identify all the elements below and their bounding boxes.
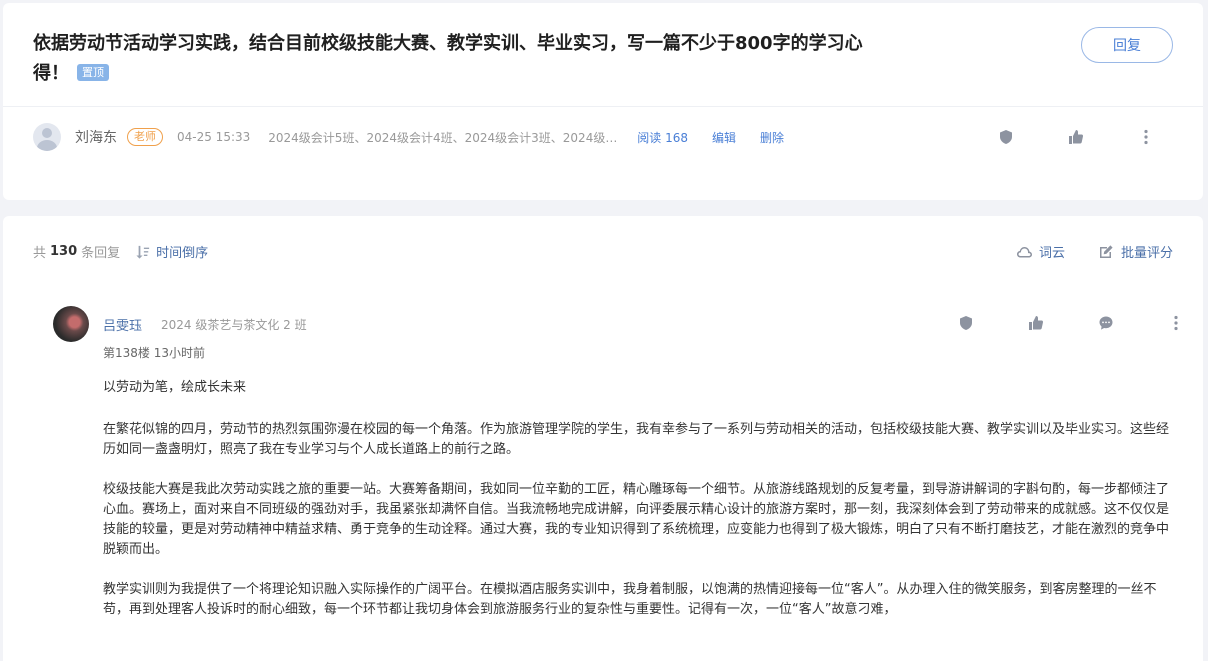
post-actions <box>997 128 1155 146</box>
role-badge: 老师 <box>127 128 163 146</box>
post-title-text: 依据劳动节活动学习实践，结合目前校级技能大赛、教学实训、毕业实习，写一篇不少于8… <box>33 33 863 84</box>
list-actions: 词云 批量评分 <box>1015 242 1173 261</box>
count-suffix: 条回复 <box>81 246 121 261</box>
thumb-up-icon[interactable] <box>1027 314 1045 332</box>
reply-paragraph: 校级技能大赛是我此次劳动实践之旅的重要一站。大赛筹备期间，我如同一位辛勤的工匠，… <box>103 482 1170 557</box>
word-cloud-label: 词云 <box>1038 246 1065 261</box>
read-count[interactable]: 阅读 168 <box>637 129 688 146</box>
count-prefix: 共 <box>33 246 47 261</box>
reply-button[interactable]: 回复 <box>1081 27 1173 63</box>
delete-link[interactable]: 删除 <box>760 129 784 146</box>
avatar[interactable] <box>33 123 61 151</box>
reply-content: 以劳动为笔，绘成长未来 在繁花似锦的四月，劳动节的热烈氛围弥漫在校园的每一个角落… <box>103 378 1171 640</box>
shield-icon[interactable] <box>997 128 1015 146</box>
reply-paragraph: 教学实训则为我提供了一个将理论知识融入实际操作的广阔平台。在模拟酒店服务实训中，… <box>103 582 1157 617</box>
edit-square-icon <box>1097 243 1115 261</box>
sort-icon <box>136 245 150 259</box>
author-name[interactable]: 刘海东 <box>75 127 117 147</box>
shield-icon[interactable] <box>957 314 975 332</box>
edit-link[interactable]: 编辑 <box>712 129 736 146</box>
reply-count-bar: 共 130 条回复 时间倒序 <box>33 242 208 261</box>
more-vertical-icon[interactable] <box>1167 314 1185 332</box>
batch-score-button[interactable]: 批量评分 <box>1097 242 1173 261</box>
replies-card: 共 130 条回复 时间倒序 词云 批量评分 吕雯珏 2024 级茶艺与茶文化 2 … <box>3 216 1203 661</box>
avatar[interactable] <box>53 306 89 342</box>
divider <box>3 106 1203 107</box>
reply-paragraph: 以劳动为笔，绘成长未来 <box>103 380 247 395</box>
sort-toggle[interactable]: 时间倒序 <box>136 242 208 261</box>
post-time: 04-25 15:33 <box>177 130 251 144</box>
reply-paragraph: 在繁花似锦的四月，劳动节的热烈氛围弥漫在校园的每一个角落。作为旅游管理学院的学生… <box>103 422 1170 457</box>
reply-floor-time: 第138楼 13小时前 <box>103 346 205 360</box>
batch-score-label: 批量评分 <box>1120 246 1173 261</box>
reply-count: 130 <box>50 244 78 259</box>
more-vertical-icon[interactable] <box>1137 128 1155 146</box>
post-meta: 刘海东 老师 04-25 15:33 2024级会计5班、2024级会计4班、2… <box>33 122 1183 152</box>
comment-icon[interactable] <box>1097 314 1115 332</box>
post-card: 依据劳动节活动学习实践，结合目前校级技能大赛、教学实训、毕业实习，写一篇不少于8… <box>3 3 1203 200</box>
thumb-up-icon[interactable] <box>1067 128 1085 146</box>
reply-author-class: 2024 级茶艺与茶文化 2 班 <box>161 318 307 332</box>
post-classes: 2024级会计5班、2024级会计4班、2024级会计3班、2024级会计2..… <box>268 130 624 145</box>
word-cloud-button[interactable]: 词云 <box>1015 242 1065 261</box>
sort-label: 时间倒序 <box>156 246 209 261</box>
pin-badge: 置顶 <box>77 64 109 81</box>
post-title: 依据劳动节活动学习实践，结合目前校级技能大赛、教学实训、毕业实习，写一篇不少于8… <box>33 29 873 89</box>
reply-actions <box>957 314 1185 332</box>
cloud-icon <box>1015 243 1033 261</box>
reply-author-name[interactable]: 吕雯珏 <box>103 315 142 334</box>
